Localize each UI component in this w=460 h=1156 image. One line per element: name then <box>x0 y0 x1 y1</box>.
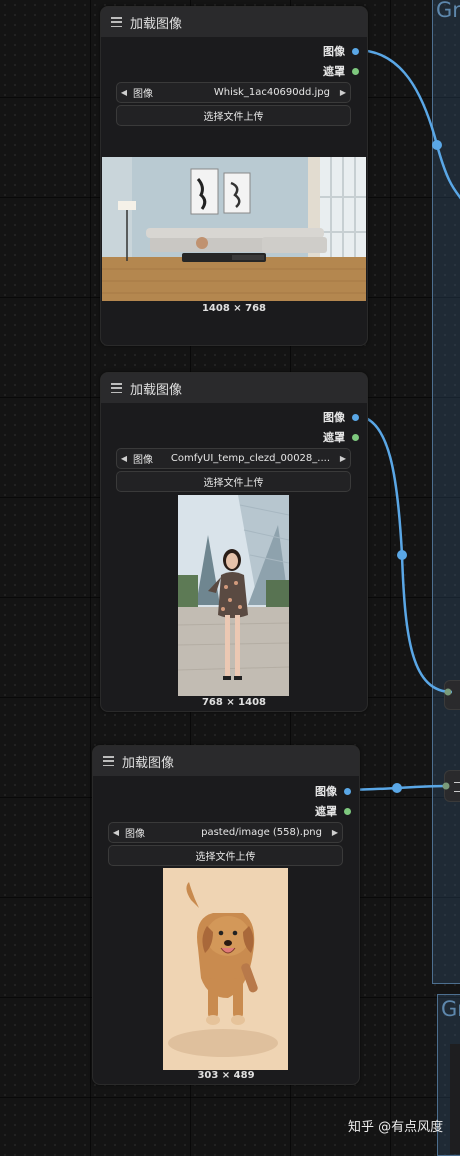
image-preview <box>102 157 366 301</box>
image-dimensions: 303 × 489 <box>197 1070 255 1081</box>
arrow-right-icon[interactable]: ▶ <box>336 88 350 97</box>
link-reroute-dot <box>432 140 442 150</box>
living-room-photo <box>102 157 366 301</box>
arrow-right-icon[interactable]: ▶ <box>336 454 350 463</box>
widget-label: 图像 <box>133 89 153 100</box>
widget-value: ComfyUI_temp_clezd_00028_.... <box>170 453 330 464</box>
menu-icon[interactable] <box>103 756 114 766</box>
output-label: 遮罩 <box>323 431 345 444</box>
output-image[interactable]: 图像 <box>323 408 359 426</box>
link-reroute-dot <box>397 550 407 560</box>
upload-button-label: 选择文件上传 <box>203 112 264 123</box>
load-image-node[interactable]: 加载图像 图像 遮罩 ◀ 图像 ComfyUI_temp_clezd_00028… <box>100 372 368 712</box>
upload-button-label: 选择文件上传 <box>195 852 256 863</box>
upload-button[interactable]: 选择文件上传 <box>108 845 343 866</box>
output-dot[interactable] <box>352 413 359 421</box>
node-canvas[interactable]: Gr Gr 加载图像 图像 遮罩 <box>0 0 460 1156</box>
input-slot-dot <box>442 782 450 790</box>
output-label: 遮罩 <box>315 805 337 818</box>
arrow-left-icon[interactable]: ◀ <box>109 828 123 837</box>
output-dot[interactable] <box>344 807 351 815</box>
output-image[interactable]: 图像 <box>315 782 351 800</box>
arrow-left-icon[interactable]: ◀ <box>117 454 131 463</box>
widget-value: Whisk_1ac40690dd.jpg <box>213 87 330 98</box>
woman-fashion-photo <box>178 495 289 696</box>
load-image-node[interactable]: 加载图像 图像 遮罩 ◀ 图像 Whisk_1ac40690dd.jpg ▶ 选… <box>100 6 368 346</box>
output-label: 图像 <box>315 785 337 798</box>
link-reroute-dot <box>392 783 402 793</box>
link-line <box>355 48 460 200</box>
image-combo-widget[interactable]: ◀ 图像 pasted/image (558).png ▶ <box>108 822 343 843</box>
node-title: 加载图像 <box>130 16 183 32</box>
widget-label: 图像 <box>125 829 145 840</box>
output-mask[interactable]: 遮罩 <box>323 428 359 446</box>
image-combo-widget[interactable]: ◀ 图像 ComfyUI_temp_clezd_00028_.... ▶ <box>116 448 351 469</box>
arrow-left-icon[interactable]: ◀ <box>117 88 131 97</box>
menu-icon[interactable] <box>111 383 122 393</box>
upload-button[interactable]: 选择文件上传 <box>116 105 351 126</box>
upload-button-label: 选择文件上传 <box>203 478 264 489</box>
output-dot[interactable] <box>344 787 351 795</box>
image-dimensions: 1408 × 768 <box>201 303 267 314</box>
node-header[interactable]: 加载图像 <box>101 373 367 403</box>
node-header[interactable]: 加载图像 <box>93 746 359 776</box>
load-image-node[interactable]: 加载图像 图像 遮罩 ◀ 图像 pasted/image (558).png ▶… <box>92 745 360 1085</box>
image-combo-widget[interactable]: ◀ 图像 Whisk_1ac40690dd.jpg ▶ <box>116 82 351 103</box>
puppy-photo <box>163 868 288 1070</box>
node-header[interactable]: 加载图像 <box>101 7 367 37</box>
output-mask[interactable]: 遮罩 <box>323 62 359 80</box>
output-label: 遮罩 <box>323 65 345 78</box>
watermark: 知乎 @有点风度 <box>348 1120 444 1135</box>
output-mask[interactable]: 遮罩 <box>315 802 351 820</box>
output-dot[interactable] <box>352 433 359 441</box>
output-label: 图像 <box>323 411 345 424</box>
image-dimensions: 768 × 1408 <box>201 697 267 708</box>
widget-label: 图像 <box>133 455 153 466</box>
arrow-right-icon[interactable]: ▶ <box>328 828 342 837</box>
node-title: 加载图像 <box>122 755 175 771</box>
input-slot-dot <box>444 688 452 696</box>
output-image[interactable]: 图像 <box>323 42 359 60</box>
output-dot[interactable] <box>352 67 359 75</box>
output-label: 图像 <box>323 45 345 58</box>
image-preview <box>178 495 289 696</box>
widget-value: pasted/image (558).png <box>201 827 322 838</box>
menu-icon[interactable] <box>111 17 122 27</box>
output-dot[interactable] <box>352 47 359 55</box>
node-title: 加载图像 <box>130 382 183 398</box>
image-preview <box>163 868 288 1070</box>
upload-button[interactable]: 选择文件上传 <box>116 471 351 492</box>
